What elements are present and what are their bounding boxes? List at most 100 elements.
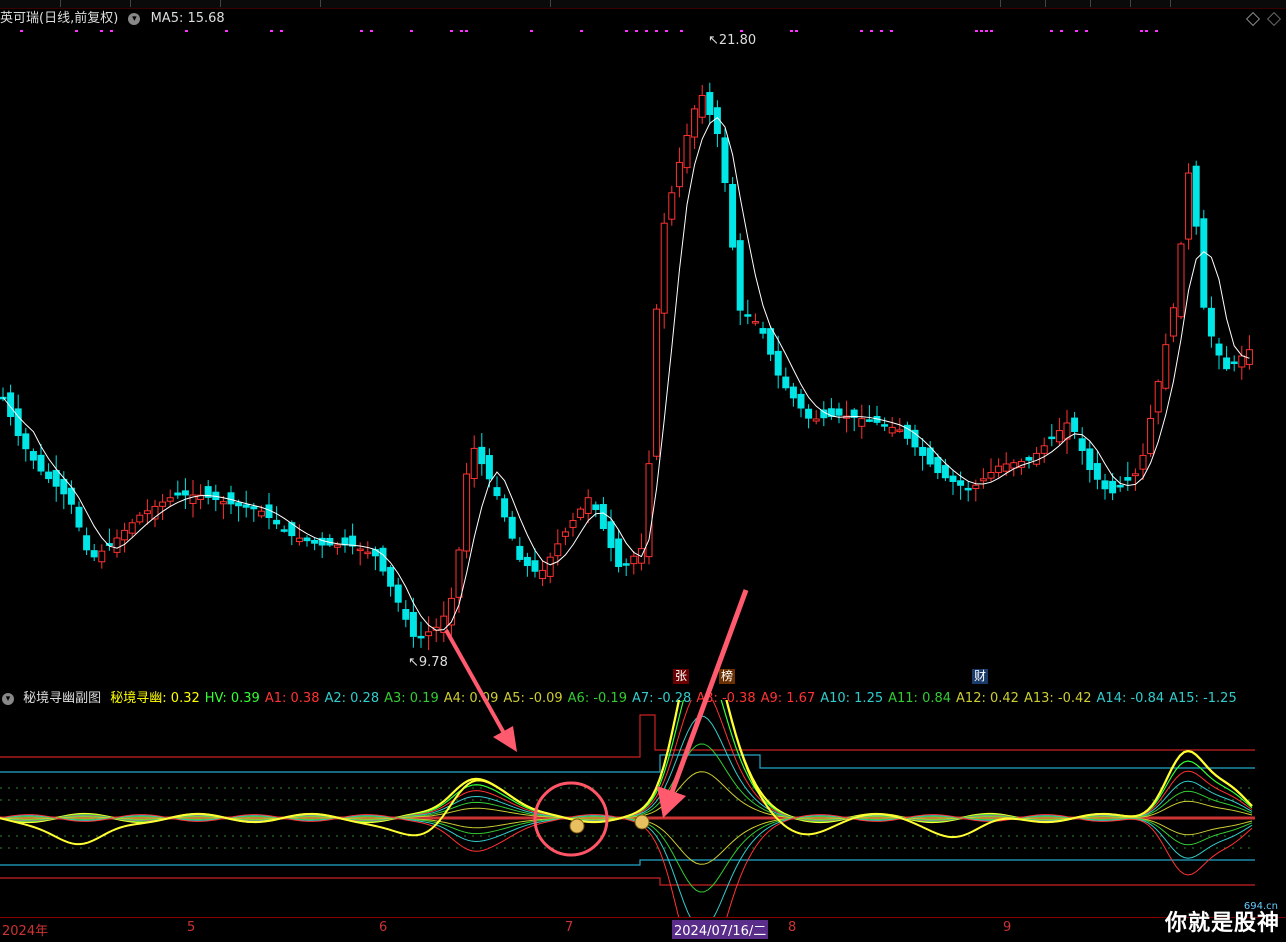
candle-body — [22, 433, 30, 450]
candle-body — [645, 463, 653, 558]
candlestick-chart[interactable]: ↖21.80 ↖9.78 — [0, 30, 1286, 685]
signal-dot — [990, 30, 993, 32]
candle-body — [136, 514, 144, 523]
candle-body — [60, 478, 68, 495]
candle-body — [782, 376, 790, 389]
candle-body — [721, 137, 729, 183]
indicator-line — [0, 700, 1253, 822]
signal-dot — [100, 30, 103, 32]
signal-dot — [530, 30, 533, 32]
signal-dot — [880, 30, 883, 32]
axis-label: 7 — [565, 920, 574, 935]
watermark-text: 你就是股神 — [1164, 911, 1280, 936]
candle-body — [1025, 457, 1033, 461]
period-label[interactable]: (日线,前复权) — [39, 11, 118, 26]
toolbar-tab[interactable] — [220, 0, 321, 7]
candle-body — [675, 161, 683, 188]
indicator-chart[interactable] — [0, 700, 1286, 917]
candle-body — [417, 635, 425, 639]
toolbar-tab[interactable] — [960, 0, 1001, 7]
signal-dot — [975, 30, 978, 32]
candle-body — [379, 547, 387, 572]
candle-body — [508, 516, 516, 539]
toolbar-tab[interactable] — [320, 0, 551, 7]
signal-dot — [1075, 30, 1078, 32]
candle-body — [1101, 480, 1109, 490]
candle-body — [463, 473, 471, 552]
candle-body — [759, 328, 767, 334]
candle-body — [698, 95, 706, 118]
candle-body — [812, 418, 820, 422]
candle-body — [987, 472, 995, 479]
candle-body — [1078, 438, 1086, 451]
signal-dot — [795, 30, 798, 32]
event-tag-bang[interactable]: 榜 — [719, 669, 736, 684]
toolbar-tab[interactable] — [130, 0, 221, 7]
signal-dot — [1140, 30, 1143, 32]
signal-dot — [740, 30, 743, 32]
candle-body — [919, 446, 927, 456]
candle-body — [159, 501, 167, 507]
candle-body — [881, 424, 889, 427]
candle-body — [1040, 445, 1048, 454]
signal-dot — [1085, 30, 1088, 32]
signal-dot — [360, 30, 363, 32]
candle-body — [561, 531, 569, 537]
toolbar-tab[interactable] — [1000, 0, 1046, 7]
candle-body — [1238, 355, 1246, 368]
toolbar-tab[interactable] — [0, 0, 61, 7]
indicator-line — [0, 700, 1253, 822]
toolbar-tab[interactable] — [60, 0, 131, 7]
candle-body — [143, 510, 151, 515]
signal-dot — [460, 30, 463, 32]
candle-body — [577, 508, 585, 518]
band-line-lower-red — [0, 877, 1255, 886]
watermark: 694.cn 你就是股神 — [1136, 901, 1286, 941]
candle-body — [394, 584, 402, 603]
candle-body — [691, 108, 699, 138]
candle-body — [1002, 463, 1010, 472]
candle-body — [113, 537, 121, 553]
toolbar-tab[interactable] — [1130, 0, 1171, 7]
candle-body — [83, 535, 91, 551]
candle-body — [858, 418, 866, 427]
candle-body — [1093, 463, 1101, 480]
candle-body — [653, 308, 661, 457]
candle-body — [615, 538, 623, 567]
candle-body — [493, 487, 501, 497]
stock-name[interactable]: 英可瑞 — [0, 11, 39, 26]
candle-body — [303, 537, 311, 542]
toolbar-tab[interactable] — [1045, 0, 1091, 7]
candle-body — [181, 490, 189, 496]
signal-dot — [645, 30, 648, 32]
candle-body — [478, 446, 486, 465]
event-tag-cai[interactable]: 财 — [972, 669, 989, 684]
candle-body — [1215, 343, 1223, 356]
signal-dot — [680, 30, 683, 32]
candle-body — [1055, 430, 1063, 443]
candle-body — [402, 609, 410, 620]
signal-dot — [1060, 30, 1063, 32]
candle-body — [736, 240, 744, 311]
candle-body — [90, 550, 98, 558]
candle-body — [1048, 436, 1056, 440]
candle-body — [599, 504, 607, 529]
candle-body — [121, 529, 129, 541]
candle-body — [607, 521, 615, 549]
indicator-line — [0, 814, 1253, 917]
signal-dot — [1145, 30, 1148, 32]
candle-body — [1124, 477, 1132, 481]
toolbar-tab[interactable] — [1220, 0, 1286, 7]
signal-dot — [270, 30, 273, 32]
candle-body — [957, 480, 965, 486]
candle-body — [364, 551, 372, 555]
signal-dot — [410, 30, 413, 32]
candle-body — [729, 183, 737, 248]
chevron-down-icon[interactable]: ▾ — [128, 12, 141, 25]
candle-body — [166, 497, 174, 502]
event-tag-zhang[interactable]: 张 — [673, 669, 690, 684]
candle-body — [1230, 361, 1238, 365]
candle-body — [470, 447, 478, 480]
toolbar-tab[interactable] — [1090, 0, 1131, 7]
candle-body — [774, 350, 782, 376]
